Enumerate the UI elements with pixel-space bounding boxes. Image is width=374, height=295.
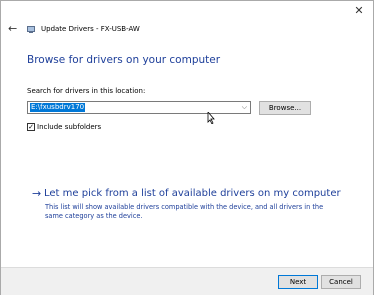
dialog-footer: Next Cancel: [1, 267, 373, 295]
include-subfolders-checkbox[interactable]: ✓: [27, 123, 35, 131]
driver-path-value[interactable]: E:\fxusbdrv170: [30, 103, 86, 112]
page-heading: Browse for drivers on your computer: [27, 54, 221, 66]
update-drivers-window: ✕ ← Update Drivers - FX-USB-AW Browse fo…: [0, 0, 374, 295]
mouse-cursor-icon: [207, 112, 215, 124]
pick-driver-link-text[interactable]: Let me pick from a list of available dri…: [44, 188, 341, 200]
close-icon[interactable]: ✕: [353, 5, 365, 17]
right-arrow-icon[interactable]: →: [32, 188, 41, 200]
driver-path-combobox[interactable]: E:\fxusbdrv170 ⌵: [27, 101, 251, 114]
pick-driver-description: This list will show available drivers co…: [45, 203, 324, 220]
browse-button[interactable]: Browse...: [259, 101, 311, 115]
back-arrow-icon[interactable]: ←: [8, 23, 20, 35]
chevron-down-icon[interactable]: ⌵: [242, 103, 247, 112]
search-location-label: Search for drivers in this location:: [27, 87, 146, 95]
device-manager-icon: [27, 26, 35, 33]
cancel-button[interactable]: Cancel: [321, 275, 361, 289]
include-subfolders-label[interactable]: Include subfolders: [37, 123, 101, 132]
window-title: Update Drivers - FX-USB-AW: [41, 25, 140, 33]
next-button[interactable]: Next: [278, 275, 318, 289]
